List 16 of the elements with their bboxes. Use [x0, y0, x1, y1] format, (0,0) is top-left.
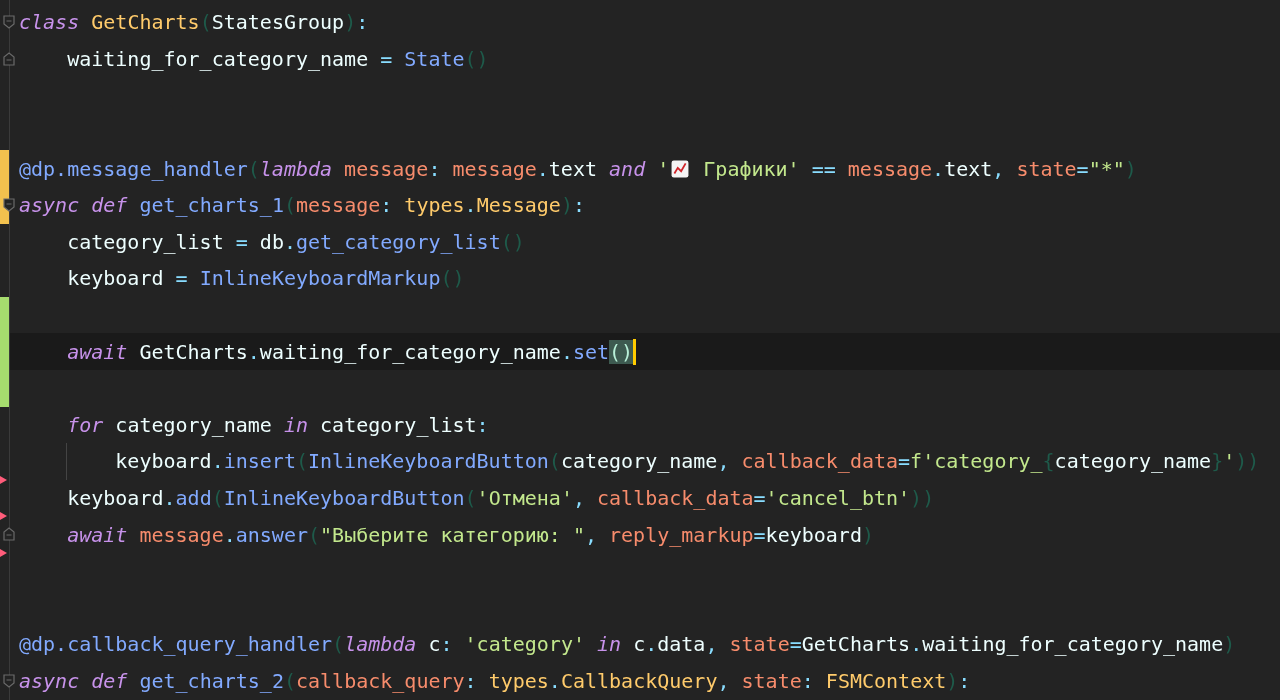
- code-line: for category_name in category_list:: [66, 412, 489, 437]
- fold-icon[interactable]: [3, 197, 15, 212]
- code-line: keyboard = InlineKeyboardMarkup(): [66, 266, 465, 291]
- code-line: await message.answer("Выберите категорию: ", reply_markup=keyboard): [66, 522, 874, 547]
- code-line: keyboard.insert(InlineKeyboardButton(category_name, callback_data=f'category_{category_name}')): [114, 449, 1260, 474]
- code-line: waiting_for_category_name = State(): [66, 46, 489, 71]
- code-line: @dp.message_handler(lambda message: message.text and ': [19, 156, 670, 181]
- chart-icon: [671, 159, 690, 178]
- code-line: category_list = db.get_category_list(): [66, 229, 525, 254]
- code-line: @dp.callback_query_handler(lambda c: 'category' in c.data, state=GetCharts.waiting_for_category_name): [19, 632, 1236, 657]
- code-line: async def get_charts_1(message: types.Message):: [19, 193, 585, 218]
- code-line: keyboard.add(InlineKeyboardButton('Отмена', callback_data='cancel_btn')): [66, 486, 935, 510]
- code-line: await GetCharts.waiting_for_category_name.set(): [66, 339, 634, 364]
- code-line: Графики' == message.text, state="*"): [702, 156, 1137, 181]
- code-line: class GetCharts(StatesGroup):: [19, 10, 369, 35]
- code-line: async def get_charts_2(callback_query: types.CallbackQuery, state: FSMContext):: [19, 669, 971, 693]
